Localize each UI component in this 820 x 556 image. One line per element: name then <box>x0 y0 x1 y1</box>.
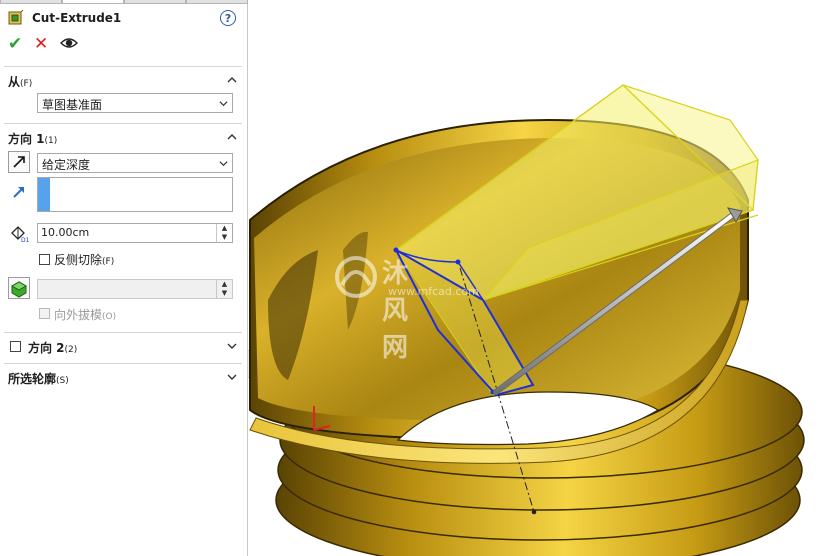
depth-spinner[interactable]: ▲ ▼ <box>216 224 232 242</box>
direction1-section-title[interactable]: 方向 1(1) <box>8 130 57 147</box>
separator <box>4 66 242 67</box>
action-buttons: ✔ ✕ <box>6 34 96 54</box>
chevron-down-icon[interactable] <box>227 372 237 382</box>
preview-eye-icon[interactable] <box>60 36 78 50</box>
cancel-x-icon[interactable]: ✕ <box>34 34 48 54</box>
chevron-up-icon[interactable] <box>227 132 237 142</box>
flip-side-label: 反侧切除(F) <box>54 253 115 267</box>
ok-check-icon[interactable]: ✔ <box>8 34 22 54</box>
manager-tab-strip <box>0 0 248 4</box>
cut-extrude-icon <box>8 10 24 25</box>
selected-contours-section-title[interactable]: 所选轮廓(S) <box>8 370 69 387</box>
graphics-viewport[interactable]: 沐风网 www.mfcad.com <box>248 0 820 556</box>
separator <box>4 123 242 124</box>
tab-property-manager[interactable] <box>62 0 124 4</box>
property-manager-panel: Cut-Extrude1 ? ✔ ✕ 从(F) 草图基准面 方向 1(1) 给定… <box>0 0 248 556</box>
draft-icon <box>10 281 28 298</box>
draft-angle-input[interactable]: ▲ ▼ <box>37 279 233 299</box>
separator <box>4 363 242 364</box>
help-icon[interactable]: ? <box>220 10 236 26</box>
chevron-up-icon[interactable] <box>227 75 237 85</box>
tab-display-manager[interactable] <box>186 0 248 4</box>
direction2-checkbox[interactable] <box>10 341 21 352</box>
chevron-down-icon <box>219 161 228 167</box>
tab-feature-manager[interactable] <box>0 0 62 4</box>
direction-selection-box[interactable] <box>37 177 233 212</box>
from-section-title[interactable]: 从(F) <box>8 73 32 90</box>
chevron-down-icon <box>219 101 228 107</box>
reverse-direction-icon <box>13 156 25 168</box>
selection-active-bar <box>38 178 50 211</box>
end-condition-select[interactable]: 给定深度 <box>37 153 233 173</box>
draft-outward-checkbox[interactable] <box>39 308 50 319</box>
reverse-direction-button[interactable] <box>8 151 30 173</box>
watermark-url: www.mfcad.com <box>388 285 479 298</box>
chevron-down-icon[interactable] <box>227 341 237 351</box>
feature-header: Cut-Extrude1 ? <box>6 10 242 28</box>
depth-dimension-icon: D1 <box>11 226 30 244</box>
depth-input[interactable]: 10.00cm ▲ ▼ <box>37 223 233 243</box>
svg-text:D1: D1 <box>21 237 30 244</box>
tab-configuration-manager[interactable] <box>124 0 186 4</box>
separator <box>4 332 242 333</box>
direction2-section-title[interactable]: 方向 2(2) <box>28 339 77 356</box>
watermark-brand: 沐风网 <box>382 259 411 363</box>
draft-outward-label: 向外拔模(O) <box>54 308 117 322</box>
flip-side-checkbox[interactable] <box>39 254 50 265</box>
feature-title: Cut-Extrude1 <box>32 11 122 25</box>
from-select[interactable]: 草图基准面 <box>37 93 233 113</box>
draft-angle-spinner[interactable]: ▲ ▼ <box>216 280 232 298</box>
direction-vector-icon <box>13 187 24 198</box>
draft-toggle-button[interactable] <box>8 277 30 299</box>
watermark-logo-icon <box>335 256 377 298</box>
